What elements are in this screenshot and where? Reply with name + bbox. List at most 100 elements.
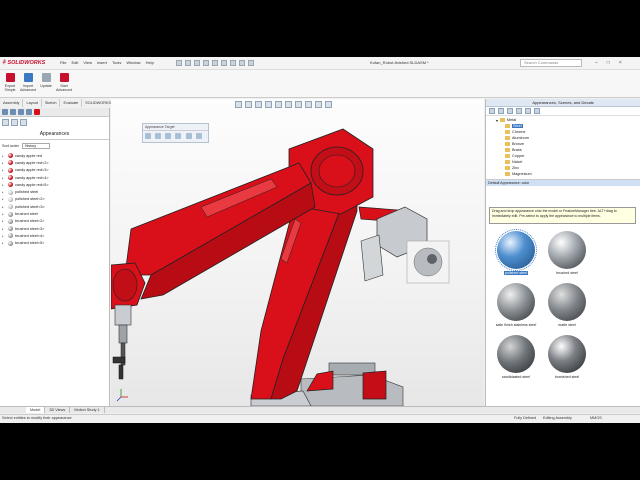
- home-icon[interactable]: [176, 60, 182, 66]
- rebuild-icon[interactable]: [239, 60, 245, 66]
- feature-manager-tab-icon[interactable]: [2, 109, 8, 115]
- robot-model[interactable]: [111, 99, 484, 406]
- appearance-list-item[interactable]: ▸ brushed steel<3>: [2, 225, 109, 232]
- expand-arrow-icon[interactable]: ▸: [2, 154, 6, 158]
- target-assembly-icon[interactable]: [185, 133, 192, 139]
- appearance-list-item[interactable]: ▸ polished steel: [2, 188, 109, 195]
- appearance-list-item[interactable]: ▸ candy apple red<2>: [2, 159, 109, 166]
- zoom-area-icon[interactable]: [245, 101, 252, 108]
- close-icon[interactable]: ×: [619, 60, 622, 66]
- expand-arrow-icon[interactable]: ▸: [2, 227, 6, 231]
- view-mode-icon[interactable]: [534, 108, 540, 114]
- expand-icon[interactable]: ▾: [496, 118, 498, 123]
- view-settings-icon[interactable]: [325, 101, 332, 108]
- status-units[interactable]: MMGS: [590, 416, 602, 420]
- menu-file[interactable]: File: [60, 60, 66, 65]
- hide-show-icon[interactable]: [295, 101, 302, 108]
- menu-insert[interactable]: Insert: [97, 60, 107, 65]
- material-ball-icon[interactable]: [495, 229, 537, 271]
- sort-order-select[interactable]: History: [21, 143, 50, 149]
- update-button[interactable]: Update: [37, 73, 55, 88]
- export-simple-button[interactable]: Export Simple: [1, 73, 19, 92]
- tab-assembly[interactable]: Assembly: [0, 99, 24, 107]
- search-commands-input[interactable]: Search Commands: [520, 59, 582, 67]
- appearance-list-item[interactable]: ▸ candy apple red: [2, 152, 109, 159]
- zoom-fit-icon[interactable]: [235, 101, 242, 108]
- forward-icon[interactable]: [498, 108, 504, 114]
- appearance-swatch[interactable]: sandblasted steel: [491, 335, 541, 379]
- menu-help[interactable]: Help: [146, 60, 154, 65]
- apply-scene-icon[interactable]: [315, 101, 322, 108]
- solidworks-logo[interactable]: ⫩ SOLIDWORKS: [2, 59, 52, 68]
- new-document-icon[interactable]: [185, 60, 191, 66]
- minimize-icon[interactable]: –: [595, 60, 598, 66]
- previous-view-icon[interactable]: [255, 101, 262, 108]
- view-orientation-icon[interactable]: [275, 101, 282, 108]
- back-icon[interactable]: [489, 108, 495, 114]
- refresh-icon[interactable]: [525, 108, 531, 114]
- display-manager-tab-icon[interactable]: [34, 109, 40, 115]
- appearance-swatch[interactable]: polished steel: [491, 229, 541, 275]
- undo-icon[interactable]: [221, 60, 227, 66]
- expand-arrow-icon[interactable]: ▸: [2, 161, 6, 165]
- tab-3d-views[interactable]: 3D Views: [45, 407, 71, 413]
- appearance-swatch[interactable]: satin finish stainless steel: [491, 283, 541, 327]
- appearance-view-icon[interactable]: [2, 119, 9, 126]
- appearance-swatch[interactable]: brushed steel: [542, 231, 592, 275]
- target-feature-icon[interactable]: [155, 133, 162, 139]
- decal-view-icon[interactable]: [11, 119, 18, 126]
- edit-appearance-icon[interactable]: [305, 101, 312, 108]
- expand-arrow-icon[interactable]: ▸: [2, 168, 6, 172]
- home-icon[interactable]: [507, 108, 513, 114]
- expand-arrow-icon[interactable]: ▸: [2, 219, 6, 223]
- expand-arrow-icon[interactable]: ▸: [2, 241, 6, 245]
- material-ball-icon[interactable]: [497, 283, 535, 321]
- tab-motion-study[interactable]: Motion Study 1: [70, 407, 105, 413]
- material-ball-icon[interactable]: [548, 283, 586, 321]
- appearance-list-item[interactable]: ▸ brushed steel<2>: [2, 218, 109, 225]
- appearance-list-item[interactable]: ▸ candy apple red<4>: [2, 174, 109, 181]
- expand-arrow-icon[interactable]: ▸: [2, 205, 6, 209]
- import-advanced-button[interactable]: Import Advanced: [19, 73, 37, 92]
- material-ball-icon[interactable]: [497, 335, 535, 373]
- open-icon[interactable]: [194, 60, 200, 66]
- material-ball-icon[interactable]: [548, 335, 586, 373]
- dim-xpert-tab-icon[interactable]: [26, 109, 32, 115]
- appearance-list-item[interactable]: ▸ candy apple red<5>: [2, 181, 109, 188]
- appearance-list-item[interactable]: ▸ brushed steel<4>: [2, 232, 109, 239]
- target-face-icon[interactable]: [145, 133, 151, 139]
- menu-edit[interactable]: Edit: [71, 60, 78, 65]
- appearance-swatch[interactable]: burnished steel: [542, 335, 592, 379]
- display-style-icon[interactable]: [285, 101, 292, 108]
- expand-arrow-icon[interactable]: ▸: [2, 197, 6, 201]
- save-icon[interactable]: [203, 60, 209, 66]
- section-view-icon[interactable]: [265, 101, 272, 108]
- target-part-icon[interactable]: [175, 133, 182, 139]
- select-icon[interactable]: [230, 60, 236, 66]
- appearance-list-item[interactable]: ▸ brushed steel: [2, 210, 109, 217]
- start-advanced-button[interactable]: Start Advanced: [55, 73, 73, 92]
- expand-arrow-icon[interactable]: ▸: [2, 190, 6, 194]
- appearance-swatch[interactable]: matte steel: [542, 283, 592, 327]
- appearance-list-item[interactable]: ▸ brushed steel<5>: [2, 240, 109, 247]
- menu-window[interactable]: Window: [126, 60, 140, 65]
- options-icon[interactable]: [248, 60, 254, 66]
- target-body-icon[interactable]: [165, 133, 172, 139]
- menu-tools[interactable]: Tools: [112, 60, 121, 65]
- scene-view-icon[interactable]: [20, 119, 27, 126]
- expand-arrow-icon[interactable]: ▸: [2, 176, 6, 180]
- property-manager-tab-icon[interactable]: [10, 109, 16, 115]
- maximize-icon[interactable]: □: [607, 60, 610, 66]
- expand-arrow-icon[interactable]: ▸: [2, 234, 6, 238]
- appearance-list-item[interactable]: ▸ polished steel<2>: [2, 196, 109, 203]
- add-location-icon[interactable]: [516, 108, 522, 114]
- expand-arrow-icon[interactable]: ▸: [2, 183, 6, 187]
- appearance-list-item[interactable]: ▸ polished steel<3>: [2, 203, 109, 210]
- target-edit-icon[interactable]: [195, 133, 202, 139]
- tab-model[interactable]: Model: [26, 407, 46, 413]
- print-icon[interactable]: [212, 60, 218, 66]
- tab-evaluate[interactable]: Evaluate: [60, 99, 83, 107]
- graphics-area[interactable]: Appearance Target: [111, 99, 484, 406]
- config-manager-tab-icon[interactable]: [18, 109, 24, 115]
- menu-view[interactable]: View: [83, 60, 92, 65]
